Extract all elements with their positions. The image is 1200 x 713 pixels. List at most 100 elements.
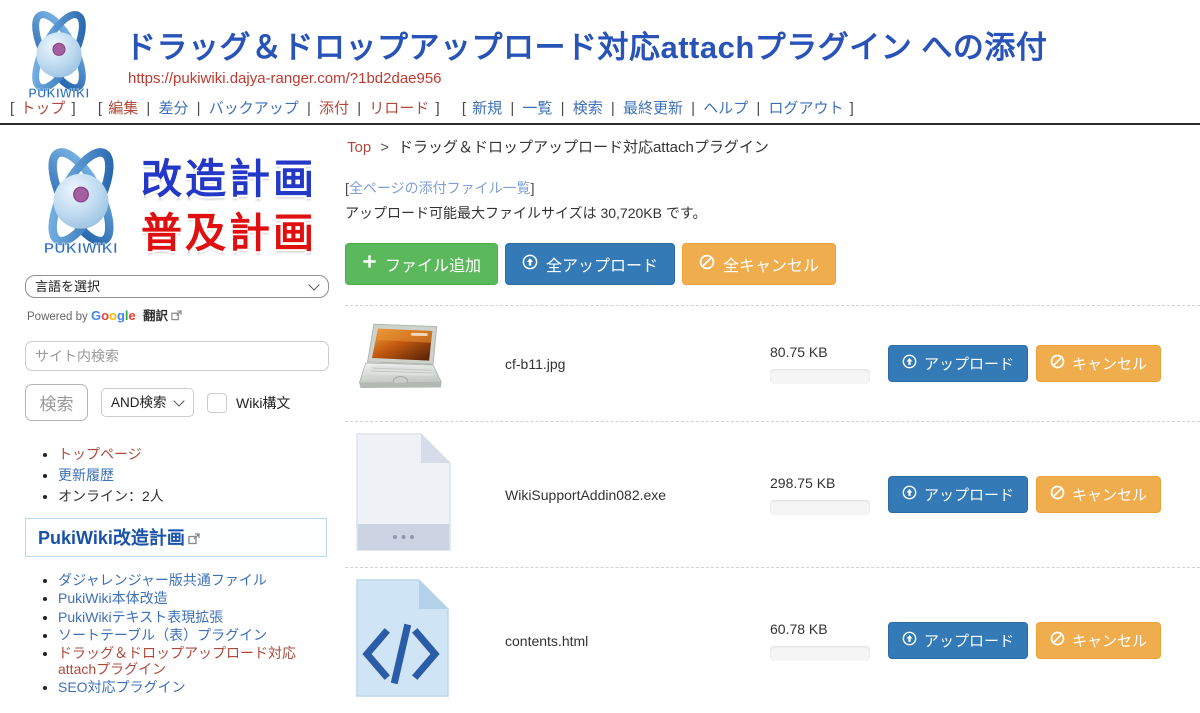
add-file-button[interactable]: ファイル追加 bbox=[345, 243, 498, 285]
main-content: Top > ドラッグ＆ドロップアップロード対応attachプラグイン [全ページの添… bbox=[345, 128, 1200, 713]
file-actions: アップロード キャンセル bbox=[888, 345, 1161, 382]
external-link-icon bbox=[171, 310, 182, 324]
list-item: SEO対応プラグイン bbox=[58, 679, 331, 695]
nav-link-diff[interactable]: 差分 bbox=[158, 100, 188, 117]
cancel-button[interactable]: キャンセル bbox=[1036, 622, 1161, 659]
upload-circle-icon bbox=[902, 631, 917, 650]
sidebar-link-core-mod[interactable]: PukiWiki本体改造 bbox=[58, 590, 168, 606]
file-thumbnail-cell bbox=[345, 319, 505, 408]
file-actions: アップロード キャンセル bbox=[888, 622, 1161, 659]
nav-bracket: ] bbox=[850, 100, 854, 117]
list-item: 更新履歴 bbox=[58, 467, 331, 484]
nav-bracket: [ bbox=[98, 100, 102, 117]
search-button[interactable]: 検索 bbox=[25, 384, 88, 421]
language-select[interactable]: 言語を選択 bbox=[25, 275, 329, 298]
search-mode-select[interactable]: AND検索 bbox=[101, 388, 194, 417]
cancel-button[interactable]: キャンセル bbox=[1036, 476, 1161, 513]
nav-separator: | bbox=[691, 100, 695, 117]
pukiwiki-atom-logo-icon[interactable] bbox=[12, 5, 106, 101]
language-select-wrap: 言語を選択 bbox=[25, 275, 329, 298]
sidebar-link-dnd-attach[interactable]: ドラッグ＆ドロップアップロード対応attachプラグイン bbox=[58, 645, 296, 677]
nav-link-attach[interactable]: 添付 bbox=[319, 100, 349, 117]
laptop-photo-thumbnail bbox=[355, 319, 451, 403]
nav-link-top[interactable]: トップ bbox=[20, 100, 65, 117]
site-box-link[interactable]: PukiWiki改造計画 bbox=[38, 528, 185, 548]
code-file-icon bbox=[355, 578, 450, 698]
ban-icon bbox=[1050, 631, 1065, 650]
nav-link-list[interactable]: 一覧 bbox=[522, 100, 552, 117]
breadcrumb-home-link[interactable]: Top bbox=[347, 139, 371, 156]
ban-icon bbox=[1050, 485, 1065, 504]
upload-button[interactable]: アップロード bbox=[888, 476, 1028, 513]
list-item: オンライン：2人 bbox=[58, 488, 331, 505]
breadcrumb-separator: > bbox=[380, 139, 389, 156]
ban-icon bbox=[699, 254, 715, 275]
nav-bracket: [ bbox=[10, 100, 14, 117]
file-thumbnail-cell bbox=[345, 578, 505, 703]
nav-separator: | bbox=[756, 100, 760, 117]
cancel-all-button[interactable]: 全キャンセル bbox=[682, 243, 836, 285]
nav-bracket: ] bbox=[435, 100, 439, 117]
all-attachments-link[interactable]: 全ページの添付ファイル一覧 bbox=[349, 180, 531, 196]
sidebar-link-toppage[interactable]: トップページ bbox=[58, 446, 142, 462]
search-controls: 検索 AND検索 Wiki構文 bbox=[25, 384, 331, 421]
nav-separator: | bbox=[611, 100, 615, 117]
site-box: PukiWiki改造計画 bbox=[25, 518, 327, 557]
list-item: トップページ bbox=[58, 446, 331, 463]
upload-file-list: cf-b11.jpg 80.75 KB アップロード キャンセル bbox=[345, 305, 1200, 713]
nav-link-backup[interactable]: バックアップ bbox=[209, 100, 299, 117]
page-title: ドラッグ＆ドロップアップロード対応attachプラグイン への添付 bbox=[125, 22, 1047, 67]
upload-progress-bar bbox=[770, 369, 870, 384]
sidebar: 改造計画 普及計画 言語を選択 Powered by Google 翻訳 検索 … bbox=[0, 127, 345, 697]
nav-link-new[interactable]: 新規 bbox=[472, 100, 502, 117]
translate-link[interactable]: 翻訳 bbox=[143, 309, 168, 323]
banner-text-fukyuu: 普及計画 bbox=[141, 199, 317, 259]
file-name: cf-b11.jpg bbox=[505, 356, 770, 372]
external-link-icon bbox=[188, 529, 200, 550]
sidebar-link-text-ext[interactable]: PukiWikiテキスト表現拡張 bbox=[58, 609, 223, 625]
breadcrumb-current: ドラッグ＆ドロップアップロード対応attachプラグイン bbox=[398, 139, 769, 156]
nav-separator: | bbox=[357, 100, 361, 117]
upload-button[interactable]: アップロード bbox=[888, 622, 1028, 659]
nav-separator: | bbox=[146, 100, 150, 117]
file-row: cf-b11.jpg 80.75 KB アップロード キャンセル bbox=[345, 305, 1200, 421]
generic-file-icon bbox=[355, 432, 452, 552]
upload-circle-icon bbox=[902, 354, 917, 373]
nav-link-edit[interactable]: 編集 bbox=[108, 100, 138, 117]
online-count: オンライン：2人 bbox=[58, 488, 164, 504]
file-name: WikiSupportAddin082.exe bbox=[505, 487, 770, 503]
sidebar-link-history[interactable]: 更新履歴 bbox=[58, 467, 114, 483]
list-item: ドラッグ＆ドロップアップロード対応attachプラグイン bbox=[58, 645, 331, 677]
nav-link-reload[interactable]: リロード bbox=[369, 100, 429, 117]
breadcrumb: Top > ドラッグ＆ドロップアップロード対応attachプラグイン bbox=[347, 136, 1200, 157]
wiki-syntax-checkbox[interactable] bbox=[207, 393, 227, 413]
nav-separator: | bbox=[307, 100, 311, 117]
nav-link-recent[interactable]: 最終更新 bbox=[623, 100, 683, 117]
ban-icon bbox=[1050, 354, 1065, 373]
nav-link-help[interactable]: ヘルプ bbox=[703, 100, 748, 117]
sidebar-link-common-files[interactable]: ダジャレンジャー版共通ファイル bbox=[58, 572, 267, 588]
cancel-button[interactable]: キャンセル bbox=[1036, 345, 1161, 382]
nav-link-logout[interactable]: ログアウト bbox=[768, 100, 843, 117]
file-meta-cell: 298.75 KB bbox=[770, 475, 880, 515]
site-search-input[interactable] bbox=[25, 341, 329, 371]
pukiwiki-atom-logo-icon bbox=[25, 139, 137, 259]
nav-bracket: [ bbox=[462, 100, 466, 117]
nav-separator: | bbox=[561, 100, 565, 117]
attach-list-line: [全ページの添付ファイル一覧] bbox=[345, 178, 1200, 198]
page-url-link[interactable]: https://pukiwiki.dajya-ranger.com/?1bd2d… bbox=[128, 70, 442, 87]
upload-all-button[interactable]: 全アップロード bbox=[505, 243, 675, 285]
file-size: 80.75 KB bbox=[770, 344, 880, 360]
and-select-wrap: AND検索 bbox=[101, 388, 194, 417]
upload-button[interactable]: アップロード bbox=[888, 345, 1028, 382]
banner-text-kaizou: 改造計画 bbox=[141, 145, 317, 205]
upload-progress-bar bbox=[770, 500, 870, 515]
site-banner[interactable]: 改造計画 普及計画 bbox=[25, 137, 331, 267]
upload-progress-bar bbox=[770, 646, 870, 661]
sidebar-plugin-links: ダジャレンジャー版共通ファイル PukiWiki本体改造 PukiWikiテキス… bbox=[25, 572, 331, 695]
nav-link-search[interactable]: 検索 bbox=[573, 100, 603, 117]
sidebar-link-sort-table[interactable]: ソートテーブル（表）プラグイン bbox=[58, 627, 267, 643]
sidebar-link-seo[interactable]: SEO対応プラグイン bbox=[58, 679, 186, 695]
nav-bracket: ] bbox=[72, 100, 76, 117]
file-meta-cell: 60.78 KB bbox=[770, 621, 880, 661]
